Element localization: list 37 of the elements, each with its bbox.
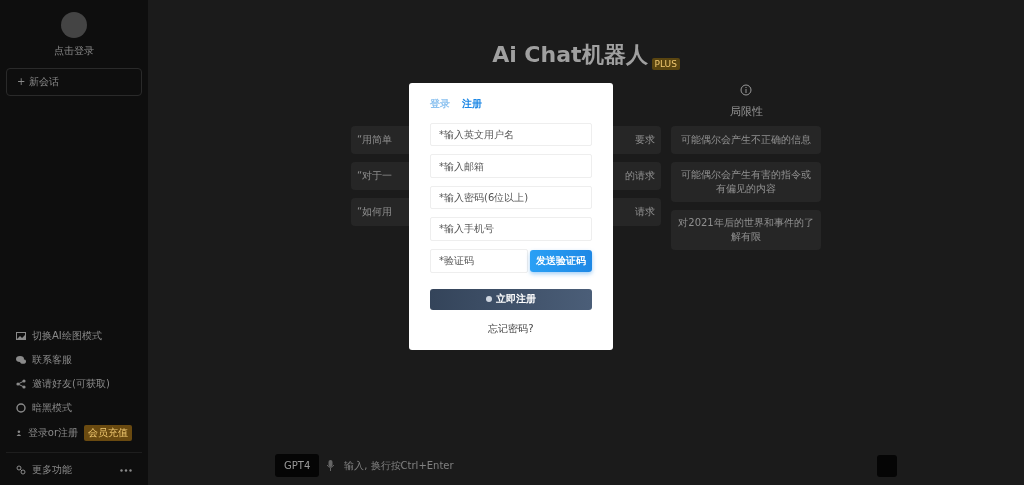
register-button[interactable]: 立即注册 bbox=[430, 288, 592, 310]
menu-item[interactable]: 邀请好友(可获取) bbox=[32, 377, 110, 391]
vip-badge[interactable]: 会员充值 bbox=[84, 425, 132, 441]
chat-icon bbox=[16, 355, 26, 365]
avatar[interactable] bbox=[61, 12, 87, 38]
example-card[interactable]: 可能偶尔会产生有害的指令或有偏见的内容 bbox=[671, 162, 821, 202]
dialog-tab[interactable]: 注册 bbox=[462, 97, 482, 111]
share-icon bbox=[16, 379, 26, 389]
model-button[interactable]: GPT4 bbox=[275, 454, 320, 477]
forgot-password-link[interactable]: 忘记密码? bbox=[488, 322, 534, 336]
example-card[interactable]: 可能偶尔会产生不正确的信息 bbox=[671, 126, 821, 154]
message-input[interactable]: 输入, 换行按Ctrl+Enter bbox=[342, 459, 869, 472]
login-link[interactable]: 点击登录 bbox=[6, 44, 142, 58]
microphone-icon[interactable] bbox=[327, 460, 335, 471]
input-field[interactable]: *输入邮箱 bbox=[430, 154, 592, 178]
input-field[interactable]: *输入手机号 bbox=[430, 217, 592, 241]
info-icon bbox=[740, 84, 752, 96]
circle-icon bbox=[16, 403, 26, 413]
code-input-field[interactable]: *验证码 bbox=[430, 248, 528, 273]
more-icon[interactable] bbox=[120, 468, 132, 472]
input-field[interactable]: *输入英文用户名 bbox=[430, 123, 592, 147]
menu-item[interactable]: 登录or注册 bbox=[27, 426, 78, 440]
more-features-link[interactable]: 更多功能 bbox=[32, 463, 72, 477]
menu-item[interactable]: 联系客服 bbox=[32, 353, 72, 367]
plus-badge: PLUS bbox=[651, 58, 680, 70]
example-card[interactable]: 对2021年后的世界和事件的了解有限 bbox=[671, 210, 821, 250]
menu-item[interactable]: 切换AI绘图模式 bbox=[32, 329, 102, 343]
input-field[interactable]: *输入密码(6位以上) bbox=[430, 185, 592, 210]
image-icon bbox=[16, 331, 26, 341]
user-icon bbox=[16, 428, 22, 438]
column-heading: 局限性 bbox=[729, 104, 763, 118]
menu-item[interactable]: 暗黑模式 bbox=[32, 401, 72, 415]
send-code-button[interactable]: 发送验证码 bbox=[530, 249, 592, 272]
page-title: Ai Chat机器人 bbox=[492, 41, 648, 69]
dot-icon bbox=[486, 296, 492, 303]
link-icon bbox=[16, 465, 26, 475]
new-chat-button[interactable]: + 新会话 bbox=[6, 68, 142, 96]
